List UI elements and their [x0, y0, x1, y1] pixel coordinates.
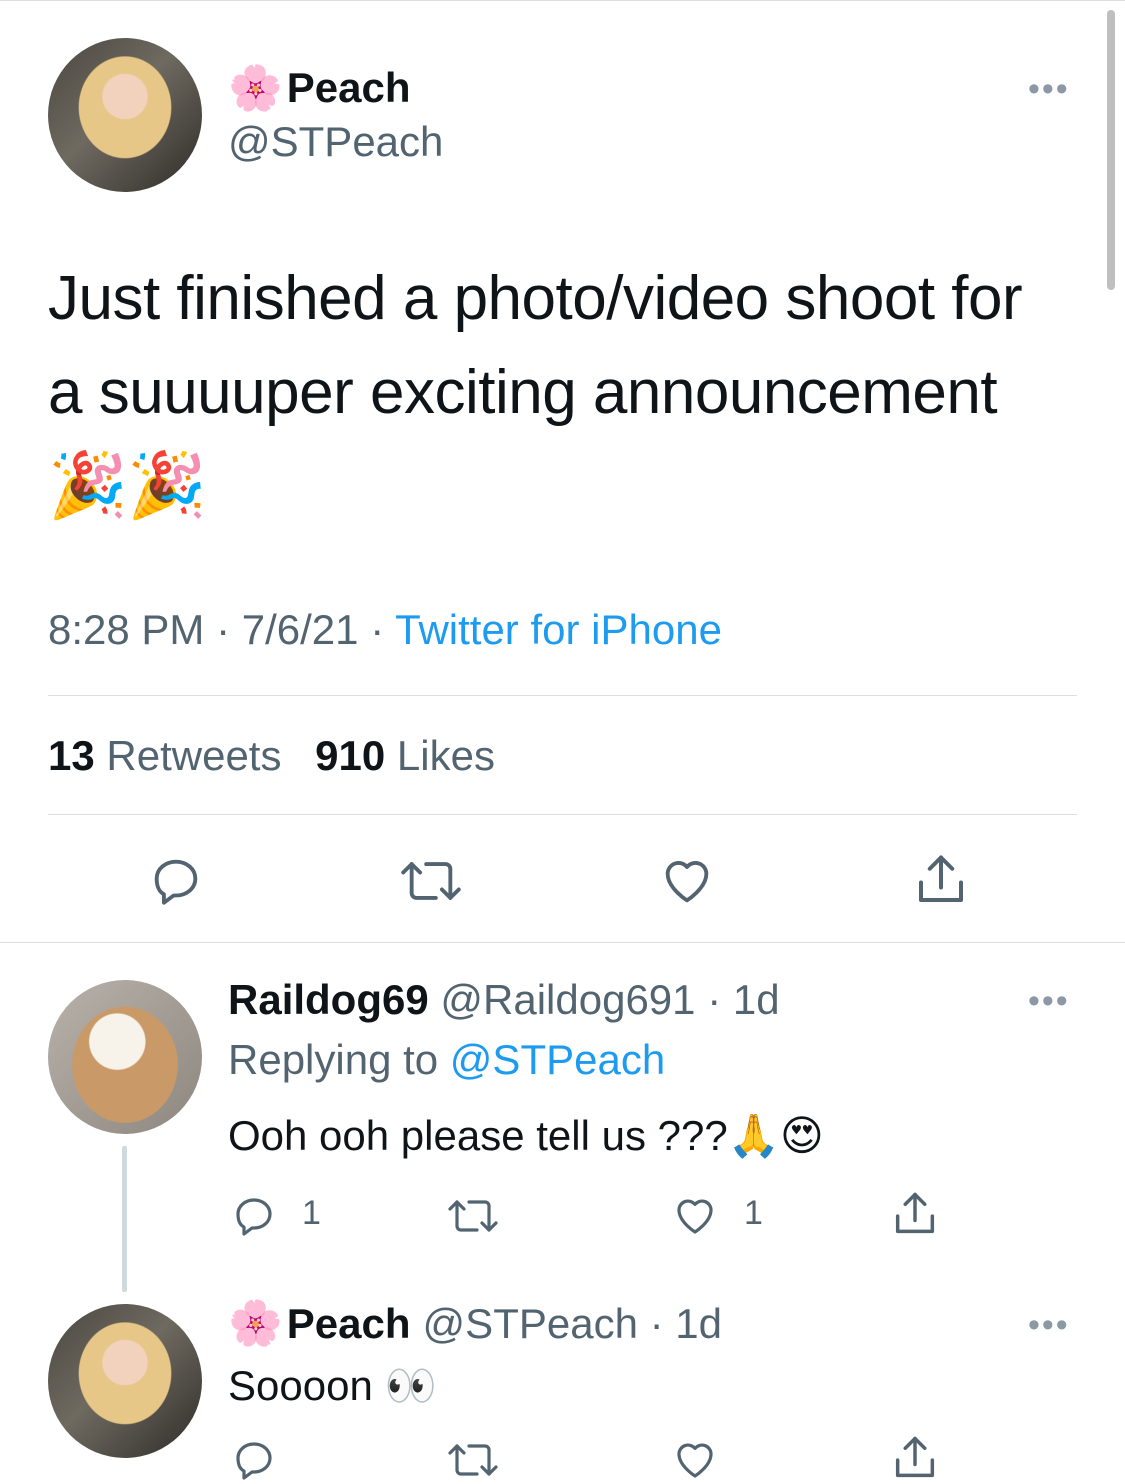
retweet-icon[interactable] [396, 852, 466, 910]
like-icon[interactable] [656, 852, 718, 910]
reply-author-name[interactable]: Peach [287, 1298, 411, 1350]
thread-line [122, 1146, 127, 1292]
likes-stat[interactable]: 910 Likes [315, 732, 495, 779]
share-icon[interactable] [910, 850, 972, 910]
reply-icon[interactable] [146, 852, 206, 910]
tweet-time: 8:28 PM [48, 606, 205, 653]
author-name: Peach [286, 64, 411, 111]
tweet-text: Just finished a photo/video shoot for a … [48, 252, 1098, 530]
retweet-icon[interactable] [442, 1436, 504, 1484]
flower-emoji: 🌸 [228, 1299, 283, 1348]
replying-to-label: Replying to [228, 1036, 450, 1083]
replying-to: Replying to @STPeach [228, 1034, 665, 1086]
tweet-text-line-2: a suuuuper exciting announcement [48, 358, 998, 427]
reply-text: Ooh ooh please tell us ???🙏😍 [228, 1112, 824, 1159]
like-count: 1 [744, 1194, 763, 1232]
replying-to-handle[interactable]: @STPeach [450, 1036, 665, 1083]
share-icon[interactable] [888, 1432, 942, 1484]
divider [48, 814, 1077, 815]
more-options-icon[interactable]: ••• [1028, 1306, 1070, 1345]
reply-time: 1d [732, 976, 780, 1023]
reply-author-avatar[interactable] [48, 980, 202, 1134]
retweet-icon[interactable] [442, 1192, 504, 1240]
scrollbar[interactable] [1107, 10, 1115, 290]
retweets-label: Retweets [106, 732, 282, 779]
divider [0, 942, 1125, 943]
meta-separator: · [637, 1300, 676, 1347]
share-icon[interactable] [888, 1188, 942, 1240]
reply-icon[interactable] [228, 1436, 280, 1484]
author-avatar[interactable] [48, 38, 202, 192]
tweet-date: 7/6/21 [241, 606, 359, 653]
reply-author-handle[interactable]: @STPeach [423, 1298, 638, 1350]
like-icon[interactable] [668, 1192, 722, 1240]
author-name-row[interactable]: 🌸 Peach [228, 62, 411, 114]
tweet-stats: 13 Retweets 910 Likes [48, 732, 495, 780]
more-options-icon[interactable]: ••• [1028, 70, 1070, 109]
reply-time: 1d [675, 1300, 722, 1347]
tweet-text-line-1: Just finished a photo/video shoot for [48, 264, 1023, 333]
divider [48, 695, 1077, 696]
tweet-meta: 8:28 PM · 7/6/21 · Twitter for iPhone [48, 606, 722, 654]
reply-author-handle[interactable]: @Raildog691 [440, 976, 695, 1023]
retweets-stat[interactable]: 13 Retweets [48, 732, 281, 779]
author-handle[interactable]: @STPeach [228, 118, 443, 166]
likes-count: 910 [315, 732, 386, 779]
flower-emoji: 🌸 [228, 64, 283, 113]
more-options-icon[interactable]: ••• [1028, 982, 1070, 1021]
reply-header: Raildog69 @Raildog691 · 1d [228, 974, 780, 1026]
meta-separator: · [695, 976, 733, 1023]
reply-count: 1 [302, 1194, 321, 1232]
reply-author-name[interactable]: Raildog69 [228, 976, 429, 1023]
meta-separator: · [204, 606, 242, 653]
like-icon[interactable] [668, 1436, 722, 1484]
tweet-source-link[interactable]: Twitter for iPhone [395, 606, 722, 653]
retweets-count: 13 [48, 732, 95, 779]
top-divider [0, 0, 1125, 1]
reply-author-avatar[interactable] [48, 1304, 202, 1458]
tweet-emojis: 🎉🎉 [48, 449, 207, 521]
meta-separator: · [358, 606, 396, 653]
likes-label: Likes [396, 732, 495, 779]
reply-icon[interactable] [228, 1192, 280, 1240]
reply-header: 🌸 Peach @STPeach · 1d [228, 1298, 722, 1350]
reply-text: Soooon 👀 [228, 1362, 437, 1409]
